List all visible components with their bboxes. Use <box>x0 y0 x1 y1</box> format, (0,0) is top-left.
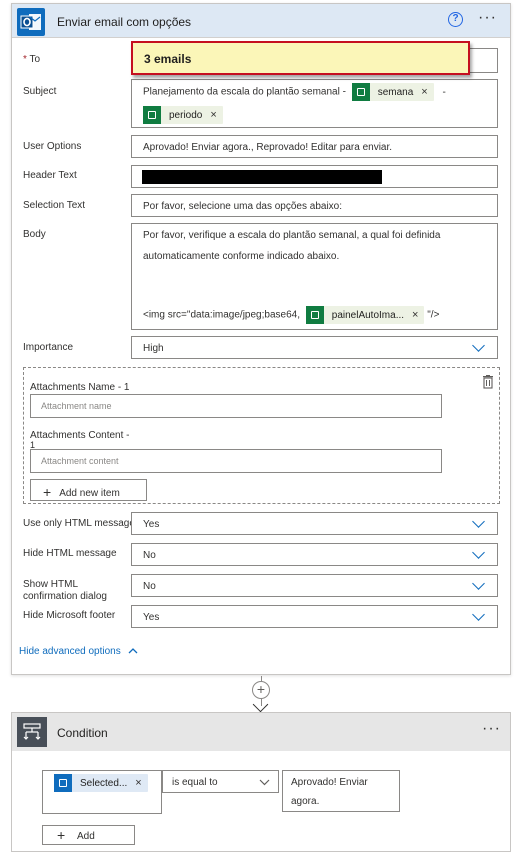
use-only-html-value: Yes <box>143 519 160 530</box>
hide-advanced-label: Hide advanced options <box>19 646 121 657</box>
hide-advanced-options-link[interactable]: Hide advanced options <box>19 646 138 657</box>
img-prefix: <img src="data:image/jpeg;base64, <box>143 309 300 321</box>
excel-icon <box>351 83 370 101</box>
hide-html-value: No <box>143 550 156 561</box>
hide-html-dropdown[interactable]: No <box>131 543 498 566</box>
condition-title: Condition <box>57 726 108 740</box>
subject-field[interactable]: Planejamento da escala do plantão semana… <box>131 79 498 128</box>
user-options-label: User Options <box>23 141 82 152</box>
importance-dropdown[interactable]: High <box>131 336 498 359</box>
action-title: Enviar email com opções <box>57 15 192 29</box>
add-new-item-button[interactable]: + Add new item <box>30 479 147 501</box>
hide-footer-label: Hide Microsoft footer <box>23 610 116 621</box>
subject-line-2: periodo × <box>143 106 223 124</box>
attachment-name-label: Attachments Name - 1 <box>30 382 130 393</box>
action-header[interactable]: Enviar email com opções ? ··· <box>12 4 510 38</box>
body-label: Body <box>23 229 46 240</box>
use-only-html-label: Use only HTML message <box>23 518 135 529</box>
remove-token-icon[interactable]: × <box>210 109 216 121</box>
use-only-html-dropdown[interactable]: Yes <box>131 512 498 535</box>
right-operand-line-1: Aprovado! Enviar <box>291 777 368 788</box>
chevron-down-icon <box>472 515 485 528</box>
attachments-group: Attachments Name - 1 Attachment name Att… <box>23 367 500 504</box>
condition-card: Condition ··· Selected... × is equal to … <box>11 712 511 852</box>
attachment-content-input[interactable]: Attachment content <box>30 449 442 473</box>
body-field[interactable]: Por favor, verifique a escala do plantão… <box>131 223 498 330</box>
arrow-down-icon <box>252 696 269 713</box>
token-label: periodo <box>169 109 203 121</box>
selection-text-value: Por favor, selecione uma das opções abai… <box>143 201 343 212</box>
header-text-label: Header Text <box>23 170 77 181</box>
chevron-down-icon <box>472 339 485 352</box>
token-selected[interactable]: Selected... × <box>54 774 148 792</box>
more-options-icon[interactable]: ··· <box>482 720 501 738</box>
redacted-block <box>142 170 382 184</box>
chevron-up-icon <box>128 648 137 654</box>
importance-label: Importance <box>23 342 74 353</box>
excel-icon <box>305 306 324 324</box>
attachment-name-input[interactable]: Attachment name <box>30 394 442 418</box>
remove-token-icon[interactable]: × <box>421 86 427 98</box>
body-line-2: automaticamente conforme indicado abaixo… <box>143 251 340 262</box>
condition-operator-dropdown[interactable]: is equal to <box>162 770 279 793</box>
send-email-action-card: Enviar email com opções ? ··· * To Subje… <box>11 3 511 675</box>
token-semana[interactable]: semana × <box>351 83 434 101</box>
img-suffix: "/> <box>427 309 440 321</box>
chevron-down-icon <box>259 779 270 786</box>
token-label: semana <box>377 86 414 98</box>
more-options-icon[interactable]: ··· <box>478 9 497 27</box>
selection-text-label: Selection Text <box>23 200 86 211</box>
chevron-down-icon <box>472 577 485 590</box>
hide-html-label: Hide HTML message <box>23 548 117 559</box>
chevron-down-icon <box>472 608 485 621</box>
plus-icon: + <box>43 484 52 500</box>
user-options-field[interactable]: Aprovado! Enviar agora., Reprovado! Edit… <box>131 135 498 158</box>
remove-token-icon[interactable]: × <box>412 309 418 321</box>
token-label: Selected... <box>80 777 128 789</box>
attachment-content-label: Attachments Content - <box>30 430 130 441</box>
excel-icon <box>143 106 161 124</box>
body-line-3: <img src="data:image/jpeg;base64, painel… <box>143 306 439 324</box>
importance-value: High <box>143 343 164 354</box>
condition-header[interactable]: Condition ··· <box>12 713 510 751</box>
condition-left-operand[interactable]: Selected... × <box>42 770 162 814</box>
user-options-value: Aprovado! Enviar agora., Reprovado! Edit… <box>143 142 393 153</box>
delete-icon[interactable] <box>482 375 494 389</box>
condition-add-button[interactable]: + Add <box>42 825 135 845</box>
show-html-conf-dropdown[interactable]: No <box>131 574 498 597</box>
chevron-down-icon <box>472 546 485 559</box>
selection-text-field[interactable]: Por favor, selecione uma das opções abai… <box>131 194 498 217</box>
subject-text: Planejamento da escala do plantão semana… <box>143 86 346 98</box>
subject-label: Subject <box>23 86 57 97</box>
operator-value: is equal to <box>172 777 218 788</box>
hide-footer-dropdown[interactable]: Yes <box>131 605 498 628</box>
to-label: * To <box>23 54 40 66</box>
token-label: painelAutoIma... <box>331 309 405 321</box>
show-html-conf-label-line-2: confirmation dialog <box>23 591 107 602</box>
subject-separator: - <box>442 86 446 98</box>
outlook-icon <box>17 8 45 36</box>
plus-icon: + <box>57 827 66 843</box>
token-periodo[interactable]: periodo × <box>143 106 223 124</box>
show-html-conf-label-line-1: Show HTML <box>23 579 79 590</box>
to-label-text: To <box>29 54 41 65</box>
header-text-field[interactable] <box>131 165 498 188</box>
outlook-token-icon <box>54 774 72 792</box>
remove-token-icon[interactable]: × <box>135 777 141 789</box>
email-count-tooltip: 3 emails <box>131 41 470 75</box>
help-icon[interactable]: ? <box>448 12 463 27</box>
subject-line-1: Planejamento da escala do plantão semana… <box>143 83 446 101</box>
show-html-conf-label: Show HTML confirmation dialog <box>23 579 107 603</box>
required-mark: * <box>23 54 27 65</box>
add-new-item-label: Add new item <box>59 488 120 499</box>
condition-right-operand[interactable]: Aprovado! Enviar agora. <box>282 770 400 812</box>
right-operand-line-2: agora. <box>291 796 320 807</box>
show-html-conf-value: No <box>143 581 156 592</box>
hide-footer-value: Yes <box>143 612 160 623</box>
body-line-1: Por favor, verifique a escala do plantão… <box>143 230 441 241</box>
condition-icon <box>17 717 47 747</box>
token-painel[interactable]: painelAutoIma... × <box>305 306 425 324</box>
